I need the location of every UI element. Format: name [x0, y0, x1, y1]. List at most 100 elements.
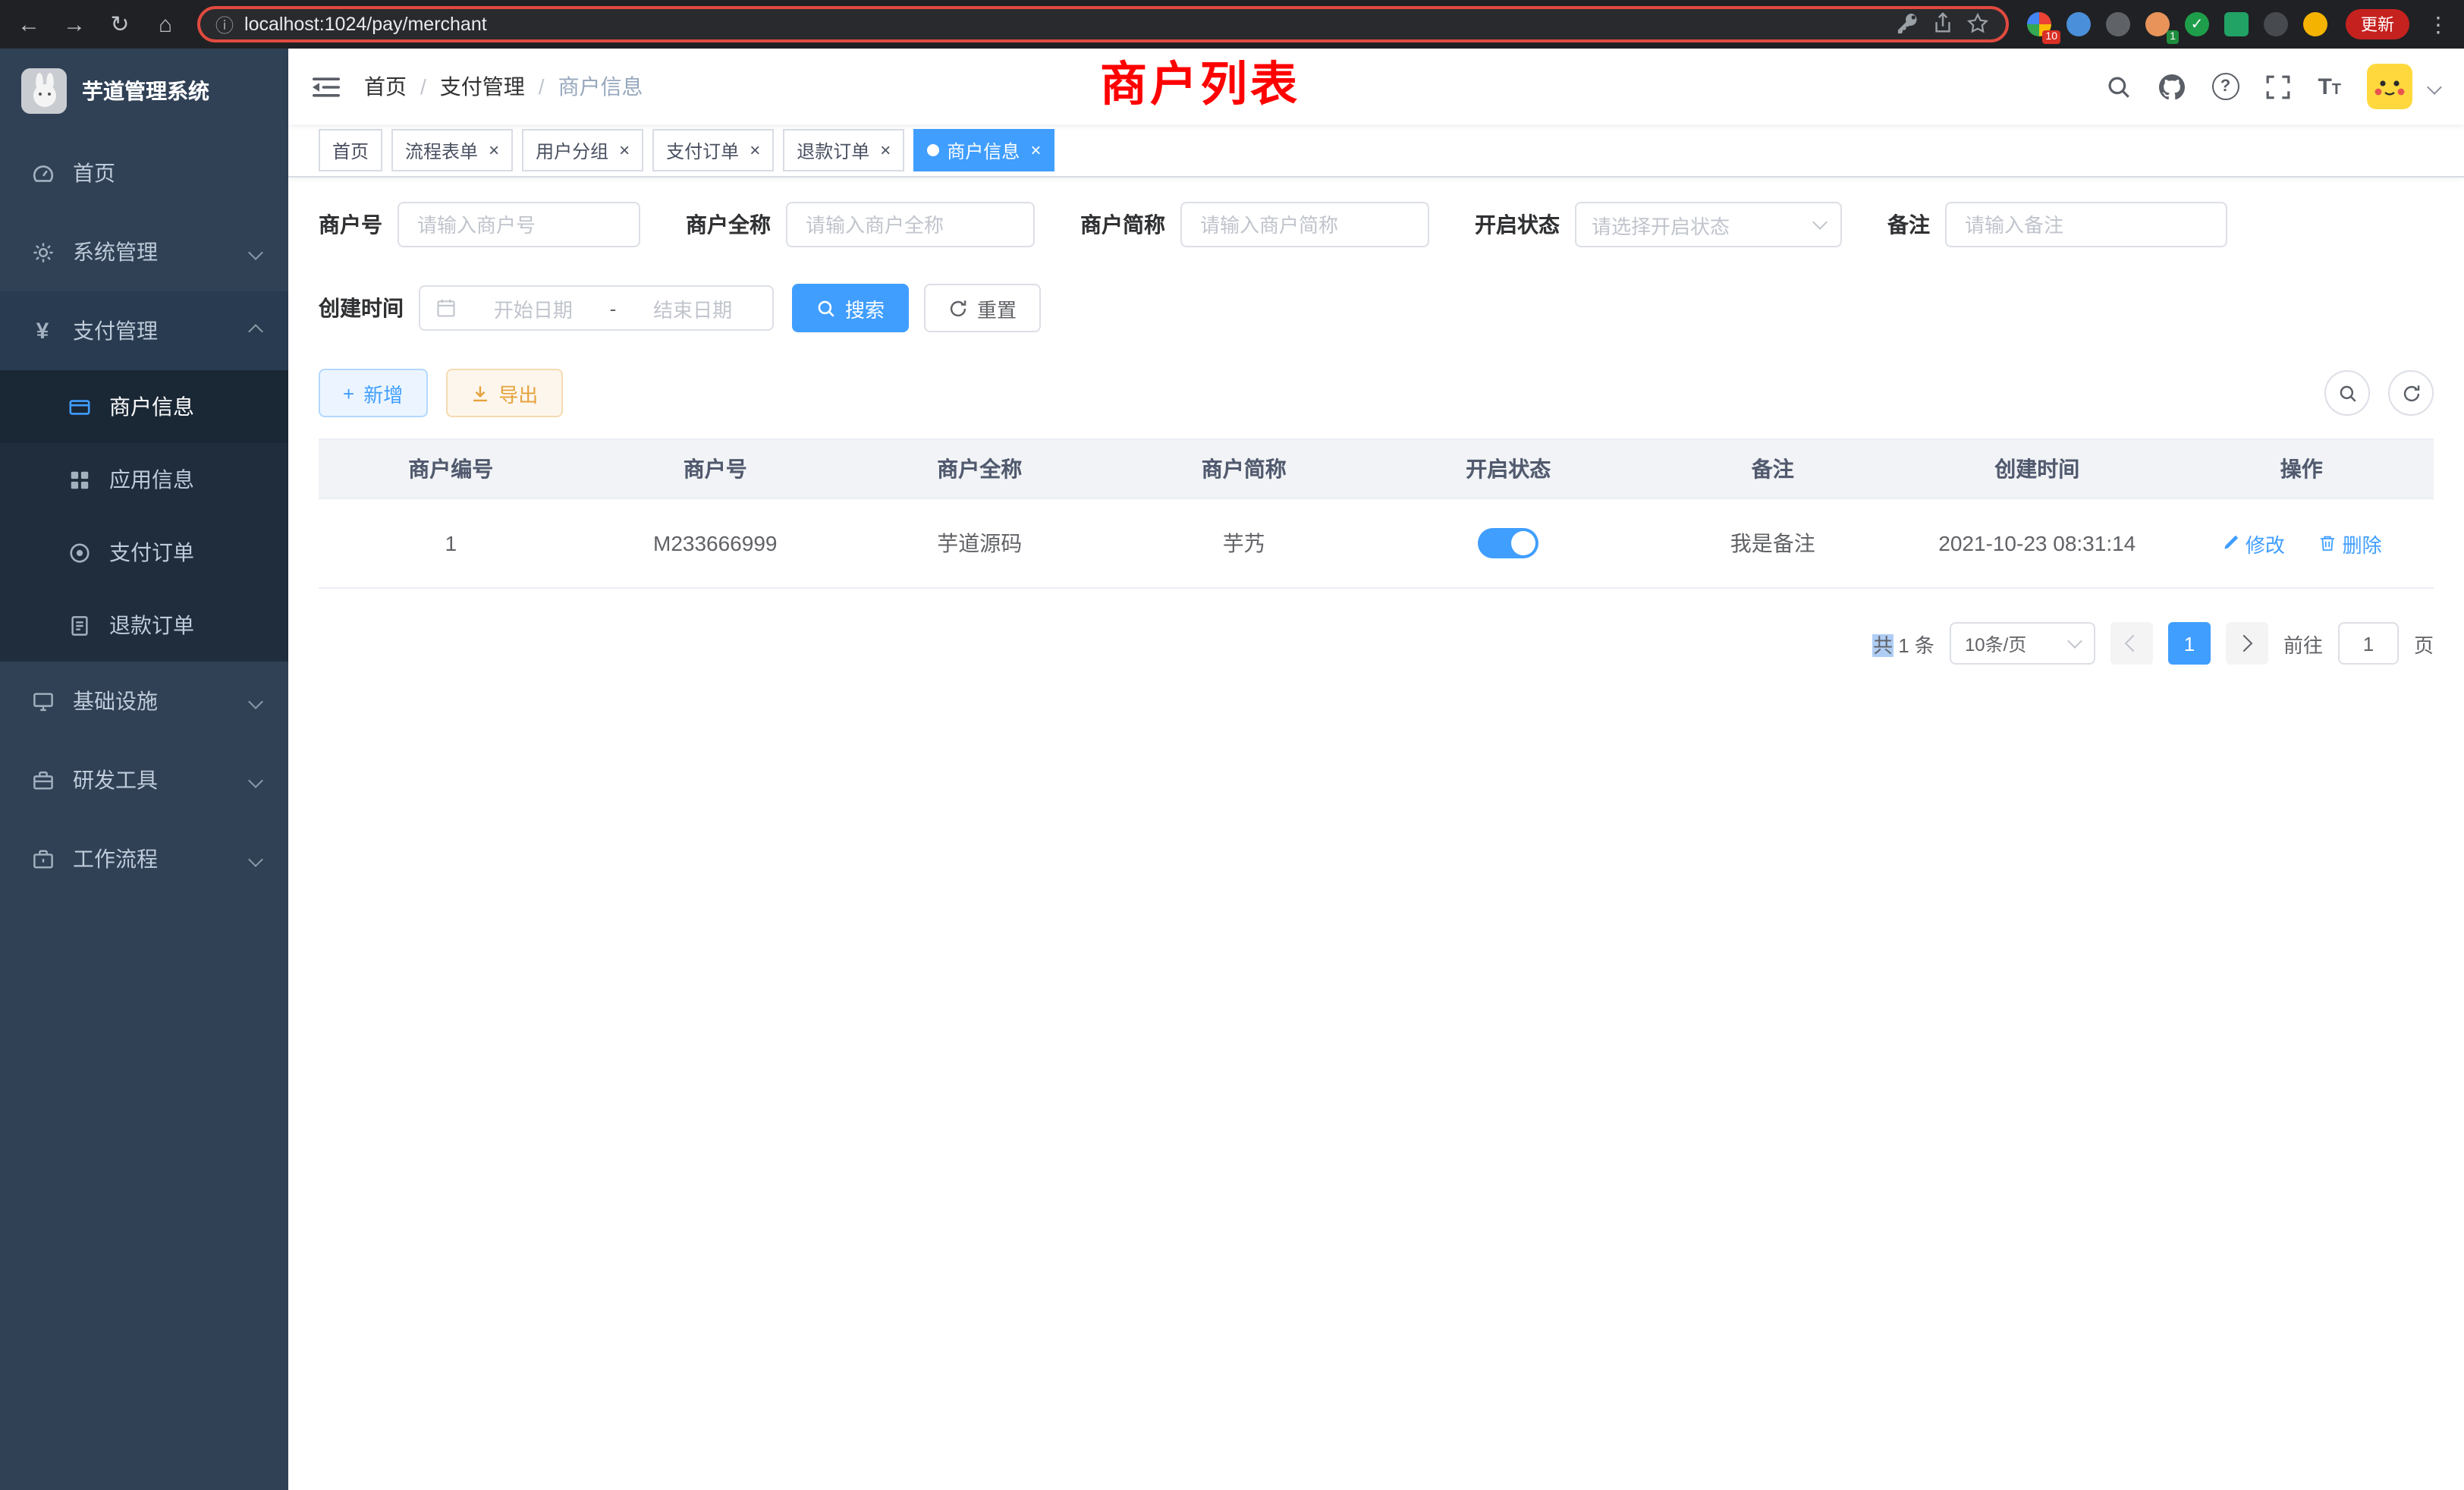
extension-icon-colorful[interactable]: 10	[2027, 12, 2051, 36]
short-name-input[interactable]	[1180, 202, 1429, 247]
prev-page-button[interactable]	[2110, 622, 2153, 665]
refresh-table-button[interactable]	[2388, 370, 2434, 416]
col-remark: 备注	[1641, 439, 1906, 498]
extension-icon-pin[interactable]	[2264, 12, 2288, 36]
fullscreen-icon[interactable]	[2264, 73, 2292, 100]
browser-update-label: 更新	[2361, 12, 2394, 36]
header-search-icon[interactable]	[2105, 73, 2132, 100]
close-icon[interactable]: ×	[619, 141, 630, 159]
search-icon	[2337, 383, 2357, 403]
browser-toolbar: ← → ↻ ⌂ ⓘ localhost:1024/pay/merchant 10	[0, 0, 2464, 49]
breadcrumb: 首页 / 支付管理 / 商户信息	[364, 71, 643, 102]
close-icon[interactable]: ×	[750, 141, 760, 159]
extension-icon-orange[interactable]: 1	[2145, 12, 2170, 36]
site-info-icon[interactable]: ⓘ	[215, 11, 234, 37]
sidebar-item-pay-order[interactable]: 支付订单	[0, 516, 288, 589]
address-bar[interactable]: ⓘ localhost:1024/pay/merchant	[197, 6, 2009, 42]
sidebar-item-label: 应用信息	[109, 464, 194, 495]
document-icon	[67, 613, 91, 637]
extension-icon-blue[interactable]	[2066, 12, 2091, 36]
reset-button-label: 重置	[977, 294, 1017, 322]
user-avatar[interactable]	[2367, 64, 2412, 109]
delete-button-label: 删除	[2343, 529, 2382, 558]
sidebar-item-system[interactable]: 系统管理	[0, 212, 288, 291]
pagination-total-rest: 1 条	[1893, 633, 1934, 656]
reset-button[interactable]: 重置	[924, 284, 1041, 332]
goto-page-input[interactable]	[2338, 622, 2399, 665]
close-icon[interactable]: ×	[489, 141, 499, 159]
sidebar-logo[interactable]: 芋道管理系统	[0, 49, 288, 134]
sidebar-item-infrastructure[interactable]: 基础设施	[0, 662, 288, 740]
font-size-icon[interactable]: TT	[2318, 74, 2341, 99]
tab-pay-order[interactable]: 支付订单 ×	[652, 129, 774, 171]
sidebar-item-home[interactable]: 首页	[0, 134, 288, 212]
trash-icon	[2318, 534, 2337, 552]
goto-unit: 页	[2414, 629, 2434, 658]
merchant-no-input[interactable]	[398, 202, 640, 247]
gear-icon	[30, 240, 55, 264]
pencil-icon	[2221, 534, 2239, 552]
sidebar-item-label: 工作流程	[73, 844, 158, 874]
add-button-label: 新增	[363, 379, 403, 407]
remark-input[interactable]	[1945, 202, 2227, 247]
reload-icon[interactable]: ↻	[106, 13, 134, 36]
add-button[interactable]: + 新增	[319, 369, 427, 417]
extension-icon-dark[interactable]	[2106, 12, 2130, 36]
breadcrumb-payment[interactable]: 支付管理	[440, 71, 525, 102]
github-icon[interactable]	[2158, 73, 2186, 100]
extension-strip: 10 1 ✓	[2027, 12, 2327, 36]
bookmark-star-icon[interactable]	[1966, 12, 1991, 36]
search-button[interactable]: 搜索	[792, 284, 909, 332]
breadcrumb-home[interactable]: 首页	[364, 71, 407, 102]
page-1-button[interactable]: 1	[2168, 622, 2211, 665]
tab-home[interactable]: 首页	[319, 129, 382, 171]
extension-icon-face[interactable]	[2303, 12, 2327, 36]
grid-icon	[67, 467, 91, 492]
filter-label-full-name: 商户全称	[686, 209, 771, 240]
sidebar-item-refund-order[interactable]: 退款订单	[0, 589, 288, 662]
close-icon[interactable]: ×	[1030, 141, 1041, 159]
sidebar-item-payment[interactable]: ¥ 支付管理	[0, 291, 288, 370]
monitor-icon	[30, 689, 55, 713]
hide-search-button[interactable]	[2324, 370, 2370, 416]
breadcrumb-separator: /	[539, 74, 545, 99]
toolbox-icon	[30, 768, 55, 792]
browser-menu-icon[interactable]: ⋮	[2428, 11, 2449, 37]
tab-process-form[interactable]: 流程表单 ×	[391, 129, 513, 171]
home-icon[interactable]: ⌂	[152, 13, 179, 36]
next-page-button[interactable]	[2226, 622, 2268, 665]
col-short-name: 商户简称	[1112, 439, 1377, 498]
tab-label: 首页	[332, 137, 369, 163]
extension-icon-green-check[interactable]: ✓	[2185, 12, 2209, 36]
header-actions: ? TT	[2105, 64, 2440, 109]
cell-create-time: 2021-10-23 08:31:14	[1905, 498, 2170, 588]
tab-refund-order[interactable]: 退款订单 ×	[783, 129, 904, 171]
sidebar-item-workflow[interactable]: 工作流程	[0, 819, 288, 898]
extension-icon-green-square[interactable]	[2224, 12, 2249, 36]
tab-user-group[interactable]: 用户分组 ×	[522, 129, 643, 171]
url-text[interactable]: localhost:1024/pay/merchant	[244, 14, 1886, 35]
chevron-down-icon	[248, 244, 263, 259]
edit-button[interactable]: 修改	[2221, 529, 2285, 558]
delete-button[interactable]: 删除	[2318, 529, 2382, 558]
sidebar-item-merchant-info[interactable]: 商户信息	[0, 370, 288, 443]
sidebar-item-dev-tools[interactable]: 研发工具	[0, 740, 288, 819]
page-size-select[interactable]: 10条/页	[1950, 622, 2095, 665]
status-select[interactable]: 请选择开启状态	[1575, 202, 1842, 247]
sidebar-item-application-info[interactable]: 应用信息	[0, 443, 288, 516]
create-time-range-picker[interactable]: 开始日期 - 结束日期	[419, 285, 774, 331]
browser-update-button[interactable]: 更新	[2346, 9, 2409, 39]
forward-icon[interactable]: →	[61, 13, 88, 36]
export-button[interactable]: 导出	[445, 369, 562, 417]
sidebar-toggle-icon[interactable]	[313, 75, 340, 98]
full-name-input[interactable]	[786, 202, 1035, 247]
help-icon[interactable]: ?	[2211, 73, 2239, 100]
password-key-icon[interactable]	[1897, 12, 1921, 36]
status-toggle[interactable]	[1478, 528, 1538, 558]
tab-merchant-info[interactable]: 商户信息 ×	[913, 129, 1054, 171]
close-icon[interactable]: ×	[880, 141, 891, 159]
share-icon[interactable]	[1931, 12, 1956, 36]
screen: ← → ↻ ⌂ ⓘ localhost:1024/pay/merchant 10	[0, 0, 2464, 1490]
back-icon[interactable]: ←	[15, 13, 42, 36]
avatar-caret-icon[interactable]	[2427, 79, 2442, 94]
